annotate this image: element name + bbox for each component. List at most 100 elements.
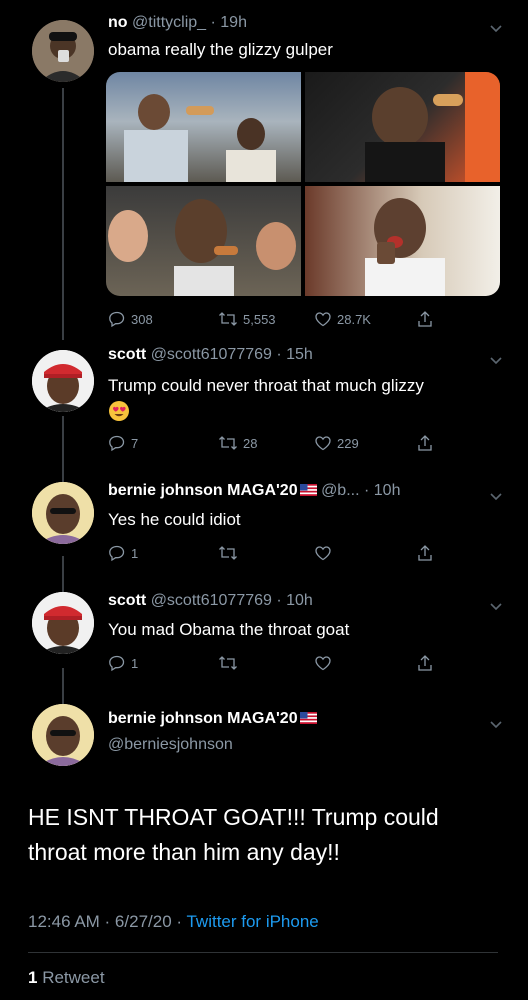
- chevron-down-icon[interactable]: [488, 716, 504, 732]
- main-tweet-handle: @berniesjohnson: [108, 736, 233, 754]
- like-button[interactable]: [314, 654, 332, 672]
- tweet-actions: 308 5,553 28.7K: [108, 310, 448, 332]
- timestamp[interactable]: · 10h: [364, 482, 400, 499]
- heart-icon: [315, 656, 331, 671]
- divider: [28, 952, 498, 953]
- share-button[interactable]: [416, 310, 434, 328]
- like-button[interactable]: 28.7K: [314, 310, 371, 328]
- handle[interactable]: @tittyclip_: [132, 14, 206, 31]
- handle[interactable]: @scott61077769: [151, 346, 272, 363]
- tweet-actions: 7 28 229: [108, 434, 448, 456]
- tweet-actions: 1: [108, 654, 448, 676]
- handle[interactable]: @berniesjohnson: [108, 736, 233, 753]
- reply-button[interactable]: 1: [108, 544, 138, 562]
- reply-icon: [109, 655, 125, 672]
- timestamp[interactable]: · 19h: [211, 14, 247, 31]
- photo-icon: [365, 198, 445, 296]
- retweet-stats[interactable]: 1 Retweet: [28, 968, 105, 988]
- retweet-button[interactable]: [218, 654, 238, 672]
- like-button[interactable]: [314, 544, 332, 562]
- reply-count: 7: [131, 435, 139, 451]
- reply-count: 1: [131, 655, 139, 671]
- share-button[interactable]: [416, 544, 434, 562]
- display-name[interactable]: no: [108, 14, 128, 31]
- reply-button[interactable]: 1: [108, 654, 138, 672]
- tweet-4[interactable]: scott @scott61077769 · 10h You mad Obama…: [0, 586, 528, 696]
- heart-icon: [315, 436, 331, 451]
- avatar-photo-icon: [32, 482, 94, 544]
- chevron-down-icon[interactable]: [488, 598, 504, 614]
- tweet-header: no @tittyclip_ · 19h: [108, 14, 247, 32]
- timestamp[interactable]: · 10h: [276, 592, 312, 609]
- us-flag-icon: [299, 712, 317, 724]
- retweet-count: 28: [243, 435, 258, 451]
- display-name[interactable]: bernie johnson MAGA'20: [108, 710, 298, 727]
- timestamp[interactable]: 12:46 AM · 6/27/20 ·: [28, 912, 186, 931]
- avatar[interactable]: [32, 704, 94, 766]
- reply-icon: [109, 435, 125, 452]
- tweet-header: bernie johnson MAGA'20 @b... · 10h: [108, 482, 400, 500]
- display-name[interactable]: scott: [108, 592, 146, 609]
- photo-icon: [124, 94, 276, 182]
- us-flag-icon: [299, 484, 317, 496]
- tweet-text: Trump could never throat that much glizz…: [108, 376, 424, 395]
- retweet-count: 5,553: [243, 311, 276, 327]
- handle[interactable]: @b...: [321, 482, 359, 499]
- chevron-down-icon[interactable]: [488, 488, 504, 504]
- media-image-1[interactable]: [106, 72, 301, 182]
- chevron-down-icon[interactable]: [488, 352, 504, 368]
- retweet-icon: [219, 656, 237, 670]
- avatar-photo-icon: [32, 350, 94, 412]
- main-tweet-name: bernie johnson MAGA'20: [108, 710, 317, 728]
- retweet-icon: [219, 312, 237, 326]
- retweet-icon: [219, 546, 237, 560]
- tweet-3[interactable]: bernie johnson MAGA'20 @b... · 10h Yes h…: [0, 476, 528, 586]
- heart-icon: [315, 312, 331, 327]
- retweet-icon: [219, 436, 237, 450]
- heart-eyes-emoji-icon: [109, 401, 129, 421]
- media-grid[interactable]: [106, 72, 500, 296]
- photo-icon: [108, 199, 296, 296]
- tweet-actions: 1: [108, 544, 448, 566]
- avatar-photo-icon: [32, 704, 94, 766]
- reply-count: 308: [131, 311, 153, 327]
- retweet-button[interactable]: 28: [218, 434, 257, 452]
- tweet-text: obama really the glizzy gulper: [108, 40, 333, 59]
- retweet-label: Retweet: [37, 968, 105, 987]
- handle[interactable]: @scott61077769: [151, 592, 272, 609]
- timestamp[interactable]: · 15h: [276, 346, 312, 363]
- tweet-header: scott @scott61077769 · 15h: [108, 346, 313, 364]
- tweet-meta: 12:46 AM · 6/27/20 · Twitter for iPhone: [28, 912, 319, 932]
- share-button[interactable]: [416, 434, 434, 452]
- avatar[interactable]: [32, 20, 94, 82]
- display-name[interactable]: scott: [108, 346, 146, 363]
- media-image-2[interactable]: [305, 72, 500, 182]
- like-count: 28.7K: [337, 311, 371, 327]
- share-button[interactable]: [416, 654, 434, 672]
- share-icon: [418, 545, 432, 561]
- avatar-photo-icon: [32, 20, 94, 82]
- retweet-button[interactable]: 5,553: [218, 310, 276, 328]
- source-link[interactable]: Twitter for iPhone: [186, 912, 318, 931]
- share-icon: [418, 311, 432, 327]
- avatar[interactable]: [32, 592, 94, 654]
- avatar-photo-icon: [32, 592, 94, 654]
- media-image-4[interactable]: [305, 186, 500, 296]
- main-tweet-text: HE ISNT THROAT GOAT!!! Trump could throa…: [28, 804, 439, 865]
- reply-icon: [109, 311, 125, 328]
- photo-icon: [365, 72, 500, 182]
- chevron-down-icon[interactable]: [488, 20, 504, 36]
- reply-button[interactable]: 7: [108, 434, 138, 452]
- tweet-text: You mad Obama the throat goat: [108, 620, 350, 639]
- tweet-2[interactable]: scott @scott61077769 · 15h Trump could n…: [0, 340, 528, 470]
- reply-count: 1: [131, 545, 139, 561]
- avatar[interactable]: [32, 350, 94, 412]
- like-count: 229: [337, 435, 359, 451]
- avatar[interactable]: [32, 482, 94, 544]
- reply-button[interactable]: 308: [108, 310, 153, 328]
- tweet-1[interactable]: no @tittyclip_ · 19h obama really the gl…: [0, 0, 528, 340]
- display-name[interactable]: bernie johnson MAGA'20: [108, 482, 298, 499]
- media-image-3[interactable]: [106, 186, 301, 296]
- like-button[interactable]: 229: [314, 434, 359, 452]
- retweet-button[interactable]: [218, 544, 238, 562]
